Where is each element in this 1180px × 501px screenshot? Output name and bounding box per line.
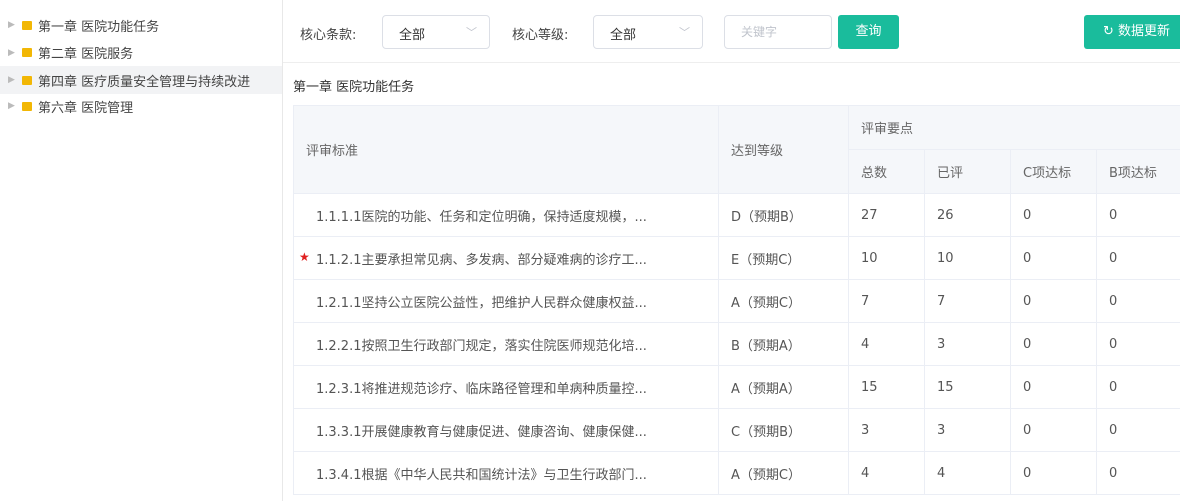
keyword-input[interactable]: 关键字 xyxy=(724,15,832,49)
standard-cell[interactable]: 1.3.3.1开展健康教育与健康促进、健康咨询、健康保健... xyxy=(293,408,719,452)
caret-right-icon[interactable]: ▶ xyxy=(8,20,22,30)
total-cell: 7 xyxy=(848,279,925,323)
tree-item-chapter-4[interactable]: ▶ 第四章 医疗质量安全管理与持续改进 xyxy=(0,66,282,94)
caret-right-icon[interactable]: ▶ xyxy=(8,75,22,85)
core-clause-select[interactable]: 全部 ﹀ xyxy=(382,15,490,49)
section-title: 第一章 医院功能任务 xyxy=(293,80,415,95)
reviewed-cell: 10 xyxy=(924,236,1011,280)
c-pass-cell: 0 xyxy=(1010,365,1097,409)
tree-item-label: 第一章 医院功能任务 xyxy=(38,19,160,35)
table-row[interactable]: 1.2.2.1按照卫生行政部门规定，落实住院医师规范化培... B（预期A） 4… xyxy=(293,322,1180,366)
table-row[interactable]: ★ 1.1.2.1主要承担常见病、多发病、部分疑难病的诊疗工... E（预期C） … xyxy=(293,236,1180,280)
standard-cell[interactable]: 1.3.4.1根据《中华人民共和国统计法》与卫生行政部门... xyxy=(293,451,719,495)
star-icon: ★ xyxy=(299,250,310,264)
folder-icon xyxy=(22,75,32,85)
chapter-tree: ▶ 第一章 医院功能任务 ▶ 第二章 医院服务 ▶ 第四章 医疗质量安全管理与持… xyxy=(0,0,283,501)
core-level-value: 全部 xyxy=(610,28,637,43)
level-cell: E（预期C） xyxy=(718,236,849,280)
caret-right-icon[interactable]: ▶ xyxy=(8,101,22,111)
level-cell: B（预期A） xyxy=(718,322,849,366)
table-row[interactable]: 1.2.1.1坚持公立医院公益性，把维护人民群众健康权益... A（预期C） 7… xyxy=(293,279,1180,323)
refresh-icon: ↻ xyxy=(1103,24,1114,39)
header-level[interactable]: 达到等级 xyxy=(718,105,849,194)
total-cell: 4 xyxy=(848,322,925,366)
c-pass-cell: 0 xyxy=(1010,236,1097,280)
caret-right-icon[interactable]: ▶ xyxy=(8,48,22,58)
b-pass-cell: 0 xyxy=(1095,451,1180,495)
header-reviewed[interactable]: 已评 xyxy=(924,149,1011,194)
total-cell: 10 xyxy=(848,236,925,280)
standard-cell[interactable]: 1.1.1.1医院的功能、任务和定位明确，保持适度规模，... xyxy=(293,193,719,237)
main-panel: 核心条款: 全部 ﹀ 核心等级: 全部 ﹀ 关键字 查询 ↻ 数据更新 第一章 … xyxy=(283,0,1180,501)
c-pass-cell: 0 xyxy=(1010,451,1097,495)
reviewed-cell: 3 xyxy=(924,408,1011,452)
total-cell: 15 xyxy=(848,365,925,409)
header-b-pass[interactable]: B项达标 xyxy=(1095,149,1180,194)
filter-bar: 核心条款: 全部 ﹀ 核心等级: 全部 ﹀ 关键字 查询 ↻ 数据更新 xyxy=(283,0,1180,63)
folder-icon xyxy=(22,101,32,111)
level-cell: D（预期B） xyxy=(718,193,849,237)
tree-item-label: 第二章 医院服务 xyxy=(38,47,134,62)
standards-table: 评审标准 达到等级 评审要点 总数 已评 C项达标 B项达标 1.1.1.1医院… xyxy=(293,105,1180,495)
standard-cell[interactable]: 1.2.2.1按照卫生行政部门规定，落实住院医师规范化培... xyxy=(293,322,719,366)
chevron-down-icon: ﹀ xyxy=(679,26,690,39)
tree-item-label: 第六章 医院管理 xyxy=(38,100,134,116)
reviewed-cell: 4 xyxy=(924,451,1011,495)
c-pass-cell: 0 xyxy=(1010,322,1097,366)
c-pass-cell: 0 xyxy=(1010,193,1097,237)
reviewed-cell: 26 xyxy=(924,193,1011,237)
b-pass-cell: 0 xyxy=(1095,193,1180,237)
level-cell: A（预期C） xyxy=(718,451,849,495)
b-pass-cell: 0 xyxy=(1095,279,1180,323)
chevron-down-icon: ﹀ xyxy=(466,26,477,39)
header-c-pass[interactable]: C项达标 xyxy=(1010,149,1097,194)
core-clause-label: 核心条款: xyxy=(300,28,357,43)
header-standard[interactable]: 评审标准 xyxy=(293,105,719,194)
level-cell: A（预期A） xyxy=(718,365,849,409)
b-pass-cell: 0 xyxy=(1095,236,1180,280)
level-cell: A（预期C） xyxy=(718,279,849,323)
header-total[interactable]: 总数 xyxy=(848,149,925,194)
folder-icon xyxy=(22,48,32,57)
c-pass-cell: 0 xyxy=(1010,279,1097,323)
b-pass-cell: 0 xyxy=(1095,365,1180,409)
refresh-data-button[interactable]: ↻ 数据更新 xyxy=(1084,15,1180,49)
standard-cell[interactable]: 1.2.1.1坚持公立医院公益性，把维护人民群众健康权益... xyxy=(293,279,719,323)
total-cell: 4 xyxy=(848,451,925,495)
standard-text: 1.1.2.1主要承担常见病、多发病、部分疑难病的诊疗工... xyxy=(316,252,647,268)
level-cell: C（预期B） xyxy=(718,408,849,452)
tree-item-chapter-6[interactable]: ▶ 第六章 医院管理 xyxy=(0,94,282,118)
tree-item-chapter-2[interactable]: ▶ 第二章 医院服务 xyxy=(0,39,282,66)
standard-cell[interactable]: ★ 1.1.2.1主要承担常见病、多发病、部分疑难病的诊疗工... xyxy=(293,236,719,280)
reviewed-cell: 15 xyxy=(924,365,1011,409)
table-row[interactable]: 1.1.1.1医院的功能、任务和定位明确，保持适度规模，... D（预期B） 2… xyxy=(293,193,1180,237)
c-pass-cell: 0 xyxy=(1010,408,1097,452)
table-row[interactable]: 1.3.3.1开展健康教育与健康促进、健康咨询、健康保健... C（预期B） 3… xyxy=(293,408,1180,452)
reviewed-cell: 3 xyxy=(924,322,1011,366)
total-cell: 27 xyxy=(848,193,925,237)
b-pass-cell: 0 xyxy=(1095,408,1180,452)
b-pass-cell: 0 xyxy=(1095,322,1180,366)
tree-item-label: 第四章 医疗质量安全管理与持续改进 xyxy=(38,74,251,90)
core-clause-value: 全部 xyxy=(399,28,426,43)
tree-item-chapter-1[interactable]: ▶ 第一章 医院功能任务 xyxy=(0,11,282,39)
core-level-label: 核心等级: xyxy=(512,28,569,43)
refresh-button-label: 数据更新 xyxy=(1118,24,1171,39)
header-points: 评审要点 xyxy=(847,105,1180,150)
folder-icon xyxy=(22,20,32,30)
standard-cell[interactable]: 1.2.3.1将推进规范诊疗、临床路径管理和单病种质量控... xyxy=(293,365,719,409)
table-row[interactable]: 1.2.3.1将推进规范诊疗、临床路径管理和单病种质量控... A（预期A） 1… xyxy=(293,365,1180,409)
total-cell: 3 xyxy=(848,408,925,452)
table-row[interactable]: 1.3.4.1根据《中华人民共和国统计法》与卫生行政部门... A（预期C） 4… xyxy=(293,451,1180,495)
core-level-select[interactable]: 全部 ﹀ xyxy=(593,15,703,49)
reviewed-cell: 7 xyxy=(924,279,1011,323)
query-button[interactable]: 查询 xyxy=(838,15,899,49)
